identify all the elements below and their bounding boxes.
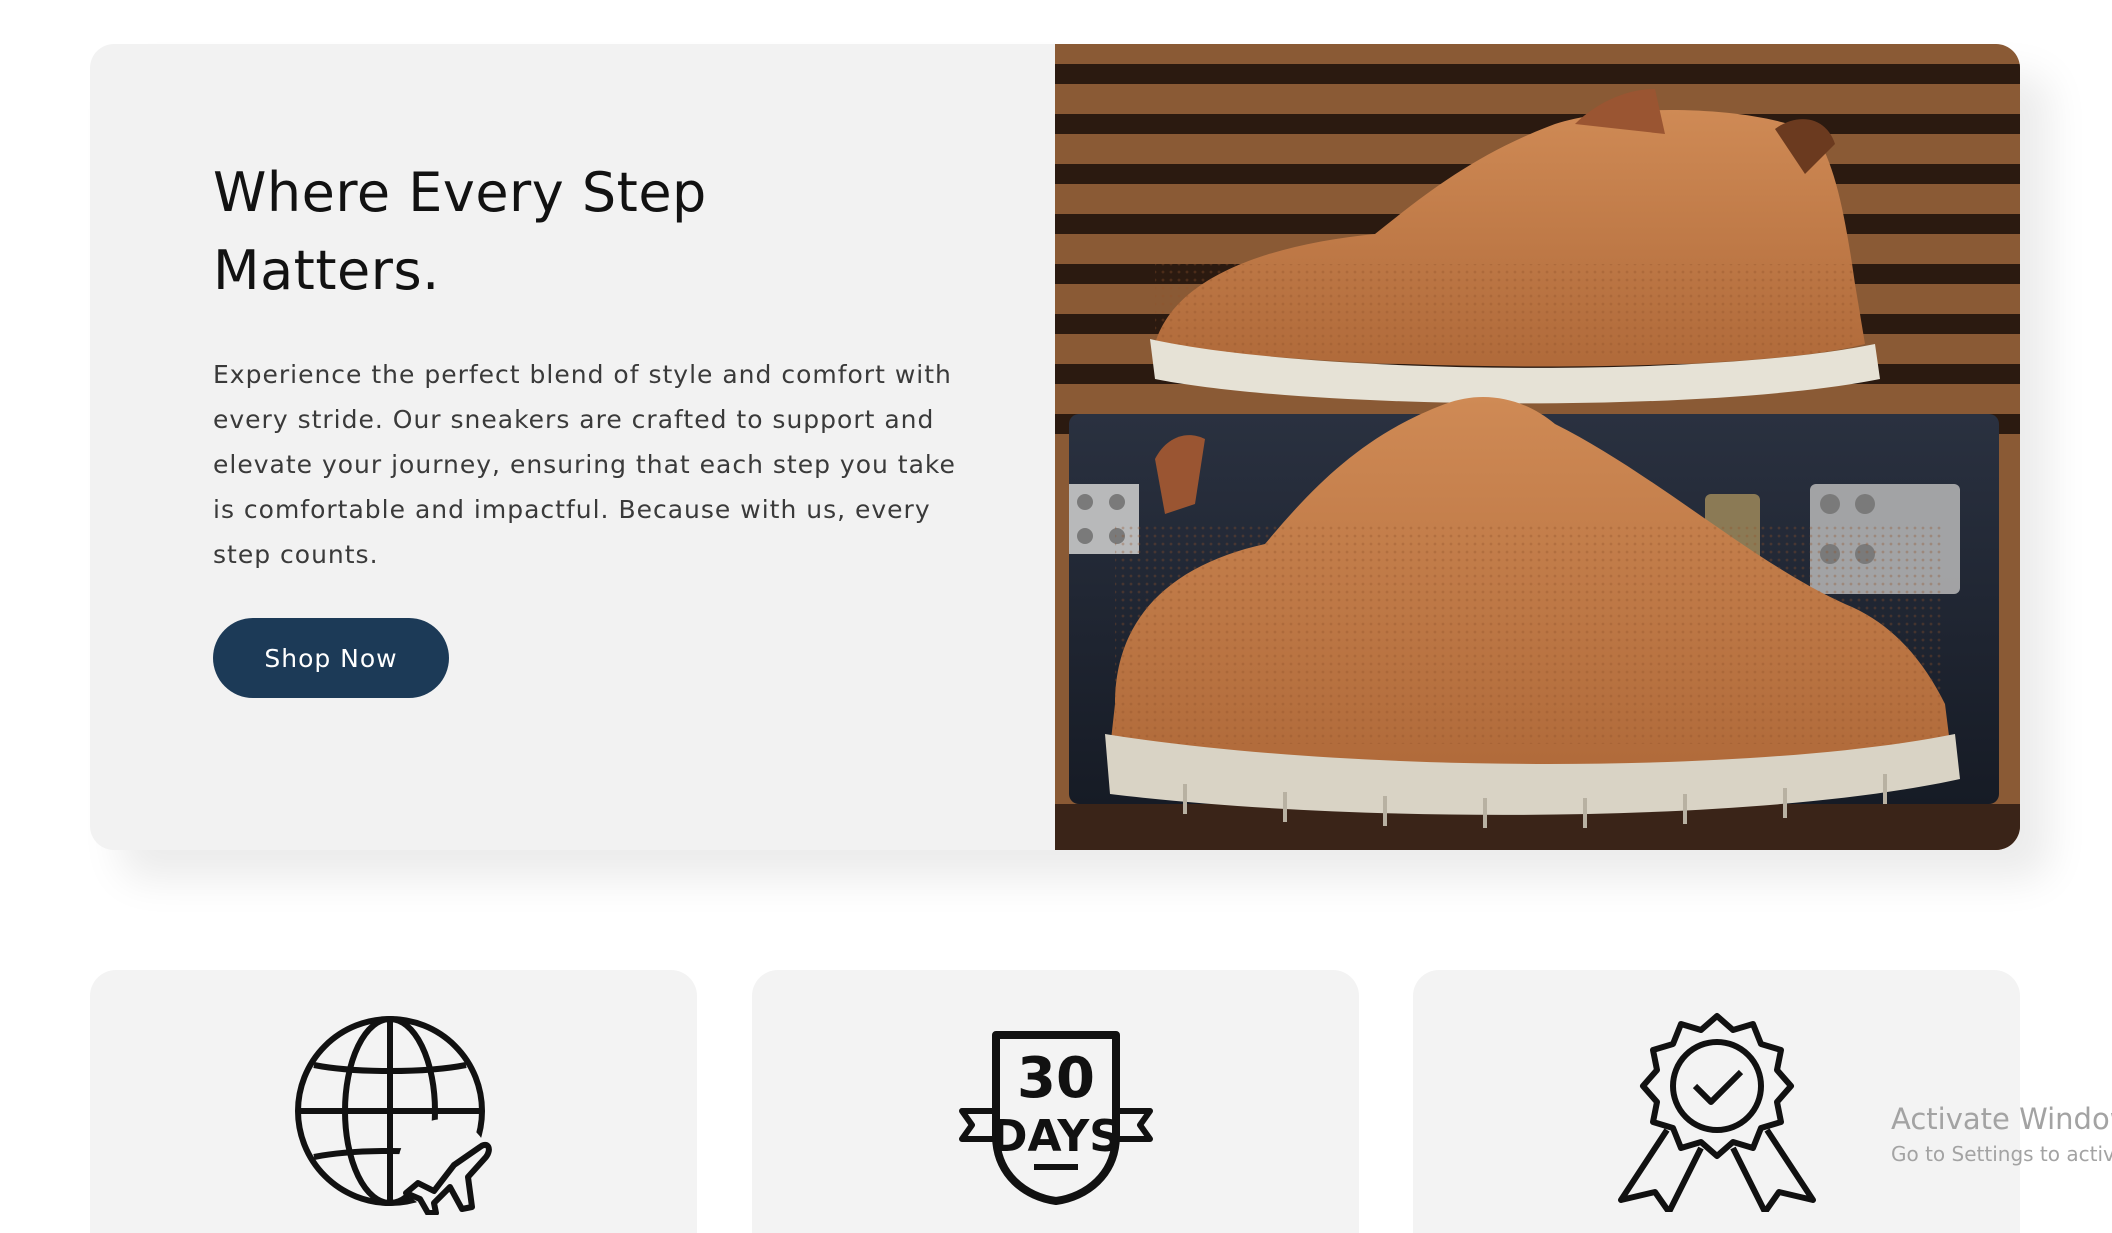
activation-title: Activate Window: [1891, 1102, 2112, 1136]
hero-product-image: [1055, 44, 2020, 850]
hero-title: Where Every Step Matters.: [213, 154, 973, 310]
badge-number: 30: [1017, 1046, 1095, 1111]
feature-card-shipping: [90, 970, 697, 1233]
hero-banner: Where Every Step Matters. Experience the…: [90, 44, 2020, 850]
hero-description: Experience the perfect blend of style an…: [213, 360, 956, 569]
quality-ribbon-check-icon: [1617, 1012, 1817, 1216]
badge-text: DAYS: [991, 1111, 1121, 1162]
feature-card-returns: 30 DAYS: [752, 970, 1359, 1233]
windows-activation-watermark: Activate Window Go to Settings to activa: [1891, 1098, 2112, 1168]
activation-subtitle: Go to Settings to activa: [1891, 1142, 2112, 1166]
hero-text-block: Where Every Step Matters. Experience the…: [213, 154, 973, 577]
thirty-days-badge-icon: 30 DAYS: [956, 1025, 1156, 1209]
globe-plane-icon: [294, 1015, 494, 1219]
shop-now-button[interactable]: Shop Now: [213, 618, 449, 698]
hero-title-line-2: Matters.: [213, 239, 440, 302]
hero-title-line-1: Where Every Step: [213, 161, 707, 224]
